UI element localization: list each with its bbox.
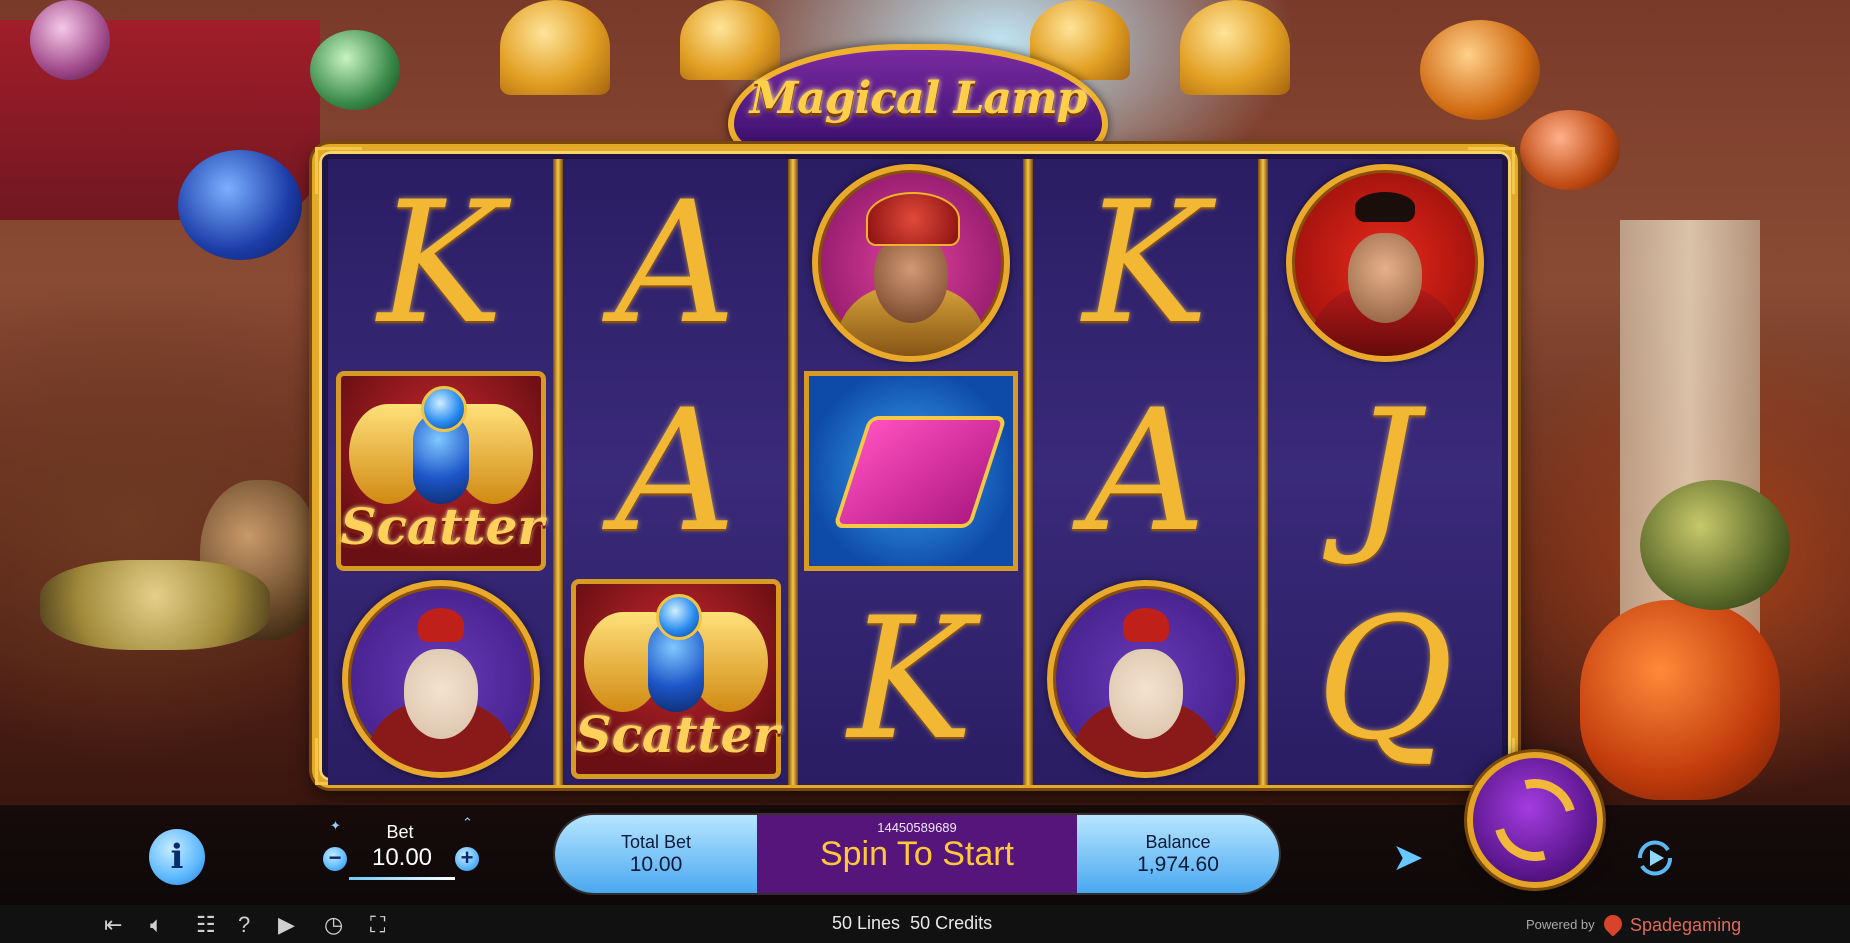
carpet-tile: [803, 371, 1018, 571]
symbol-monkey: [328, 575, 553, 783]
symbol-k: K: [847, 581, 974, 777]
ticket-id: 14450589689: [877, 820, 957, 835]
credits-count: 50 Credits: [910, 913, 993, 933]
fullscreen-icon[interactable]: ⛶: [370, 912, 385, 938]
symbol-monkey: [1033, 575, 1258, 783]
game-title: Magical Lamp: [749, 72, 1088, 124]
bet-label: Bet: [386, 822, 414, 842]
sapphire-icon: [420, 386, 467, 432]
clay-pot: [1580, 600, 1780, 800]
bet-increase-button[interactable]: +: [455, 847, 479, 871]
bet-value: 10.00: [371, 844, 433, 871]
total-bet-panel: Total Bet 10.00: [555, 815, 757, 893]
help-icon[interactable]: ?: [238, 912, 250, 938]
sultan-portrait: [811, 164, 1010, 362]
sapphire-icon: [655, 594, 702, 640]
reel-3: K: [798, 159, 1023, 785]
message-panel: 14450589689 Spin To Start: [757, 815, 1077, 893]
reel-5: J Q: [1268, 159, 1502, 785]
paytable-icon[interactable]: ☷: [196, 912, 216, 938]
hanging-lantern: [178, 150, 302, 260]
total-bet-value: 10.00: [629, 852, 683, 876]
max-bet-icon[interactable]: ⌃: [462, 815, 473, 831]
info-button[interactable]: i: [149, 829, 205, 885]
speaker-icon[interactable]: 🔈︎: [150, 912, 163, 938]
palace-dome: [500, 0, 610, 95]
hero-portrait: [1286, 164, 1484, 362]
melon: [1640, 480, 1790, 610]
fruit-bowl: [40, 560, 270, 650]
symbol-scatter: Scatter: [328, 367, 553, 575]
symbol-scatter: Scatter: [563, 575, 788, 783]
powered-by-label: Powered by: [1526, 917, 1595, 932]
play-history-icon[interactable]: ▶: [278, 912, 295, 938]
symbol-hero: [1268, 159, 1502, 367]
balance-panel: Balance 1,974.60: [1077, 815, 1279, 893]
symbol-a: A: [614, 373, 737, 569]
bet-underline: [349, 877, 455, 880]
reel-4: K A: [1033, 159, 1258, 785]
turbo-icon[interactable]: ➤: [1392, 835, 1424, 880]
exit-icon[interactable]: ⇤: [104, 912, 122, 938]
scatter-tile: Scatter: [335, 371, 546, 571]
info-icon: i: [170, 837, 184, 877]
symbol-q: Q: [1316, 581, 1454, 777]
symbol-a: A: [614, 165, 737, 361]
scatter-tile: Scatter: [570, 579, 781, 779]
symbol-k: K: [1082, 165, 1209, 361]
magic-carpet-icon: [832, 416, 1007, 528]
symbol-j: J: [1351, 373, 1419, 569]
lines-count: 50 Lines 50 Credits: [832, 913, 993, 933]
symbol-sultan: [798, 159, 1023, 367]
hanging-lantern: [1520, 110, 1620, 190]
spin-icon: [1478, 763, 1592, 877]
symbol-a: A: [1084, 373, 1207, 569]
balance-label: Balance: [1145, 831, 1211, 852]
symbol-k: K: [377, 165, 504, 361]
bet-decrease-button[interactable]: −: [323, 847, 347, 871]
spin-button[interactable]: [1467, 752, 1603, 888]
symbol-magic-carpet: [798, 367, 1023, 575]
reel-frame: K Scatter A A Scatter K K A J Q: [312, 144, 1518, 788]
brand-logo: Spadegaming: [1600, 911, 1741, 937]
hanging-lantern: [1420, 20, 1540, 120]
spin-prompt: Spin To Start: [819, 834, 1015, 873]
clock-icon[interactable]: ◷: [324, 912, 343, 938]
monkey-portrait: [1046, 580, 1245, 778]
monkey-portrait: [341, 580, 540, 778]
star-icon[interactable]: ✦: [330, 818, 341, 834]
hanging-lantern: [310, 30, 400, 110]
balance-value: 1,974.60: [1137, 852, 1219, 876]
hanging-lantern: [30, 0, 110, 80]
bet-balance-panel: Total Bet 10.00 14450589689 Spin To Star…: [555, 815, 1279, 893]
reel-2: A A Scatter: [563, 159, 788, 785]
spade-logo-icon: [1600, 911, 1626, 937]
palace-dome: [680, 0, 780, 80]
autoplay-icon[interactable]: [1630, 833, 1680, 883]
palace-dome: [1180, 0, 1290, 95]
total-bet-label: Total Bet: [620, 831, 692, 852]
reel-1: K Scatter: [328, 159, 553, 785]
